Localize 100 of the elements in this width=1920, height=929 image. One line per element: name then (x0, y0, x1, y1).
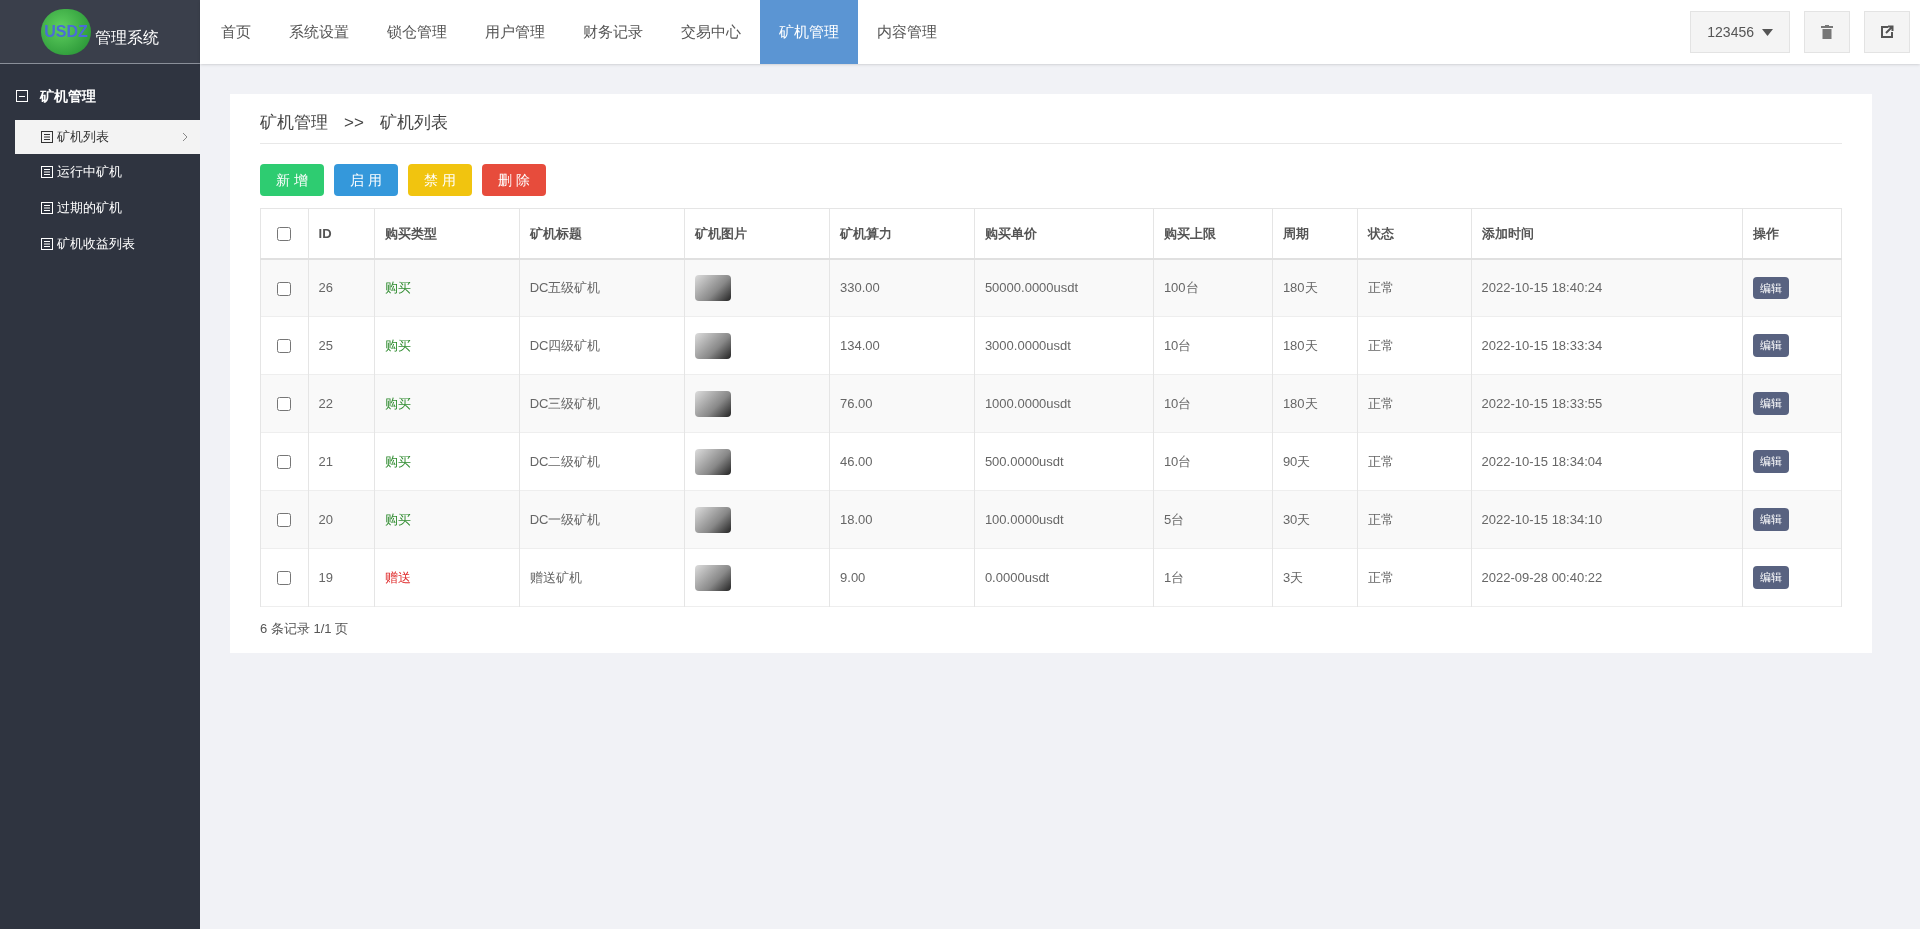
table-cell: 10台 (1163, 337, 1192, 353)
table-cell: 180天 (1282, 337, 1318, 353)
table-cell: 正常 (1367, 337, 1394, 353)
table-cell: 正常 (1367, 511, 1394, 527)
collapse-icon[interactable] (16, 90, 28, 102)
sidebar-item[interactable]: 矿机收益列表 (15, 226, 200, 262)
table-cell: 20 (318, 511, 334, 527)
table-cell: 2022-09-28 00:40:22 (1481, 569, 1603, 585)
table-cell: 正常 (1367, 395, 1394, 411)
table-cell: DC五级矿机 (529, 280, 601, 295)
table-cell: 2022-10-15 18:34:04 (1481, 453, 1603, 469)
table-cell: 46.00 (840, 453, 873, 469)
table-cell: DC三级矿机 (529, 395, 601, 411)
table-cell: 100台 (1163, 280, 1199, 295)
miner-image (695, 564, 732, 591)
trash-button[interactable] (1804, 11, 1850, 53)
edit-button[interactable]: 编辑 (1752, 334, 1789, 357)
nav-tab[interactable]: 首页 (202, 0, 270, 64)
checkbox[interactable] (277, 571, 292, 586)
table-cell: 2022-10-15 18:40:24 (1481, 280, 1603, 295)
table-cell: 180天 (1282, 280, 1318, 295)
delete-button[interactable]: 删 除 (482, 164, 546, 196)
dropdown-caret-icon (1762, 28, 1773, 36)
table-cell: 500.0000usdt (984, 453, 1064, 469)
breadcrumb-current: 矿机列表 (379, 111, 448, 134)
table-cell: 134.00 (840, 337, 880, 353)
sidebar-item[interactable]: 矿机列表 (15, 120, 200, 154)
checkbox[interactable] (277, 513, 292, 528)
miner-image (695, 274, 732, 301)
miner-image (695, 332, 732, 359)
table-cell: 100.0000usdt (984, 511, 1064, 527)
checkbox[interactable] (277, 339, 292, 354)
nav-tab[interactable]: 用户管理 (466, 0, 564, 64)
table-cell: 正常 (1367, 280, 1394, 295)
share-icon (1880, 25, 1894, 39)
checkbox[interactable] (277, 455, 292, 470)
column-header: 周期 (1282, 225, 1309, 241)
table-cell: 19 (318, 569, 334, 585)
nav-tab[interactable]: 交易中心 (662, 0, 760, 64)
table-cell: 赠送矿机 (529, 569, 582, 585)
sidebar-group-title[interactable]: 矿机管理 (40, 85, 96, 107)
table-cell: 3000.0000usdt (984, 337, 1071, 353)
table-cell: 10台 (1163, 453, 1192, 469)
table-cell: DC二级矿机 (529, 453, 601, 469)
table-cell: 50000.0000usdt (984, 280, 1079, 295)
column-header: 操作 (1752, 225, 1779, 241)
column-header: 状态 (1367, 225, 1394, 241)
list-icon (41, 238, 53, 250)
edit-button[interactable]: 编辑 (1752, 276, 1789, 299)
column-header: 矿机标题 (529, 225, 582, 241)
table-cell: 3天 (1282, 569, 1304, 585)
sidebar-item[interactable]: 运行中矿机 (15, 154, 200, 190)
table-cell: 10台 (1163, 395, 1192, 411)
logo-badge-text: USDZ (44, 23, 88, 40)
nav-tab[interactable]: 系统设置 (270, 0, 368, 64)
edit-button[interactable]: 编辑 (1752, 566, 1789, 589)
table-cell: DC四级矿机 (529, 337, 601, 353)
column-header: 矿机算力 (840, 225, 893, 241)
edit-button[interactable]: 编辑 (1752, 392, 1789, 415)
miner-image (695, 390, 732, 417)
table-cell: 5台 (1163, 511, 1185, 527)
list-icon (41, 202, 53, 214)
column-header: 购买上限 (1163, 225, 1216, 241)
nav-tab[interactable]: 财务记录 (564, 0, 662, 64)
column-header: 购买单价 (984, 225, 1037, 241)
table-cell: 9.00 (840, 569, 866, 585)
table-cell: 21 (318, 453, 334, 469)
table-cell: 180天 (1282, 395, 1318, 411)
list-icon (41, 166, 53, 178)
nav-tab[interactable]: 内容管理 (858, 0, 956, 64)
edit-button[interactable]: 编辑 (1752, 508, 1789, 531)
purchase-type: 购买 (384, 511, 411, 527)
table-cell: 1台 (1163, 569, 1185, 585)
column-header: 添加时间 (1481, 225, 1534, 241)
breadcrumb-link[interactable]: 矿机管理 (260, 109, 328, 136)
user-dropdown[interactable]: 123456 (1690, 11, 1790, 53)
table-cell: 76.00 (840, 395, 873, 411)
checkbox[interactable] (277, 227, 292, 242)
breadcrumb-separator: >> (344, 111, 364, 134)
table-cell: 2022-10-15 18:34:10 (1481, 511, 1603, 527)
table-cell: 18.00 (840, 511, 873, 527)
table-cell: 90天 (1282, 453, 1311, 469)
logout-button[interactable] (1864, 11, 1910, 53)
table-cell: 1000.0000usdt (984, 395, 1071, 411)
nav-tab[interactable]: 锁仓管理 (368, 0, 466, 64)
checkbox[interactable] (277, 281, 292, 296)
column-header: ID (318, 225, 332, 241)
sidebar-item[interactable]: 过期的矿机 (15, 190, 200, 226)
table-cell: 25 (318, 337, 334, 353)
purchase-type: 购买 (384, 337, 411, 353)
edit-button[interactable]: 编辑 (1752, 450, 1789, 473)
purchase-type: 赠送 (384, 569, 411, 585)
purchase-type: 购买 (384, 395, 411, 411)
trash-icon (1821, 25, 1833, 39)
checkbox[interactable] (277, 397, 292, 412)
table-cell: 2022-10-15 18:33:34 (1481, 337, 1603, 353)
column-header: 购买类型 (384, 225, 437, 241)
chevron-right-icon (182, 132, 188, 142)
purchase-type: 购买 (384, 453, 411, 469)
logo-title: 管理系统 (95, 27, 159, 48)
